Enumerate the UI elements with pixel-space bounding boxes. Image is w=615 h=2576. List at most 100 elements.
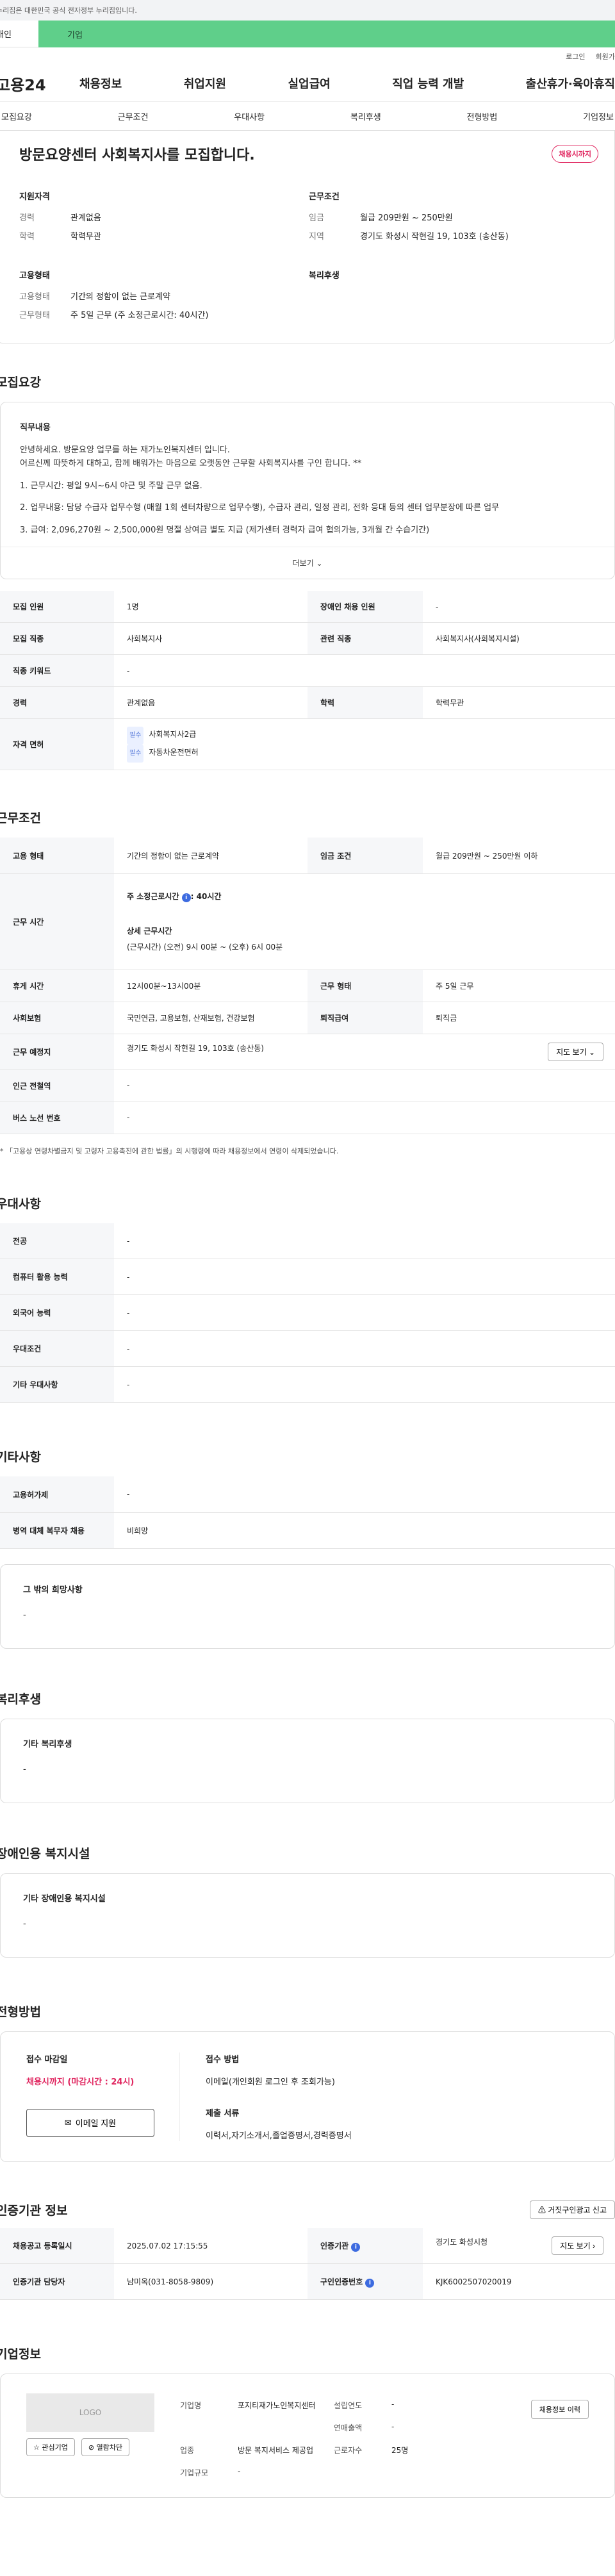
summary-key: 경력 (19, 213, 35, 223)
gnb-item-leave[interactable]: 출산휴가·육아휴직 (526, 75, 615, 92)
table-key: 인근 전철역 (0, 1069, 114, 1102)
gov-banner-text: 누리집은 대한민국 공식 전자정부 누리집입니다. (0, 6, 137, 15)
summary-key: 근무형태 (19, 311, 50, 320)
table-key: 임금 조건 (308, 838, 423, 874)
map-button[interactable]: 지도 보기 ⌄ (548, 1042, 603, 1061)
detail-hours-value: (근무시간) (오전) 9시 00분 ~ (오후) 6시 00분 (127, 943, 283, 952)
company-value: 포지티재가노인복지센터 (238, 2401, 316, 2411)
pref-title: 우대사항 (0, 1196, 41, 1211)
cert-table: 채용공고 등록일시 2025.07.02 17:15:55 인증기관 i 경기도 화성… (0, 2227, 615, 2300)
report-ad-button[interactable]: ⚠ 거짓구인광고 신고 (529, 2200, 615, 2219)
tab-person[interactable]: 개인 (0, 21, 38, 47)
table-value: - (114, 654, 615, 688)
docs-heading: 제출 서류 (206, 2108, 240, 2118)
hours-detail: 주 소정근로시간 i: 40시간 상세 근무시간 (근무시간) (오전) 9시 … (114, 873, 615, 970)
summary-value: 월급 209만원 ~ 250만원 (360, 213, 453, 223)
table-key: 학력 (308, 686, 423, 720)
company-key: 기업명 (180, 2401, 202, 2411)
block-view-button[interactable]: ⊘ 열람차단 (81, 2438, 130, 2457)
subnav-pref[interactable]: 우대사항 (233, 110, 266, 122)
tab-biz-label: 기업 (67, 30, 83, 40)
table-key: 고용 형태 (0, 838, 114, 874)
login-link[interactable]: 로그인 (566, 51, 585, 62)
job-history-button[interactable]: 채용정보 이력 (530, 2400, 589, 2420)
email-apply-button[interactable]: ✉ 이메일 지원 (26, 2108, 154, 2137)
summary-emp-heading: 고용형태 (19, 271, 50, 281)
duty-text: 안녕하세요. 방문요양 업무를 하는 재가노인복지센터 입니다. 어르신께 따뜻하… (20, 444, 595, 471)
summary-row: 고용형태 기간의 정함이 없는 근로계약 (19, 290, 309, 302)
table-value: - (114, 1476, 615, 1513)
gov-banner: 누리집은 대한민국 공식 전자정부 누리집입니다. (0, 0, 615, 21)
site-logo[interactable]: 고용24 (0, 72, 79, 95)
company-key: 근로자수 (334, 2446, 363, 2456)
gnb-item-benefit[interactable]: 실업급여 (288, 75, 331, 92)
table-row: 우대조건 - (0, 1330, 615, 1367)
place-cell: 경기도 화성시 작현길 19, 103호 (송산동) 지도 보기 ⌄ (114, 1034, 615, 1070)
cert-map-button[interactable]: 지도 보기 › (552, 2236, 603, 2256)
table-key: 기타 우대사항 (0, 1366, 114, 1403)
table-value: - (114, 1294, 615, 1332)
table-row: 고용허가제 - (0, 1476, 615, 1513)
table-value: 12시00분~13시00분 (114, 970, 308, 1002)
subnav-welfare[interactable]: 복리후생 (349, 110, 382, 122)
etc-title: 기타사항 (0, 1450, 41, 1465)
cert-header: 인증기관 정보 ⚠ 거짓구인광고 신고 (0, 2200, 615, 2219)
summary-grid: 지원자격 경력 관계없음 학력 학력무관 근무조건 임금 월급 209만원 ~ 250… (19, 190, 598, 327)
company-key (180, 2422, 238, 2433)
tab-biz[interactable]: 기업 (38, 21, 615, 47)
table-value: 2025.07.02 17:15:55 (114, 2227, 308, 2265)
table-row: 직종 키워드 - (0, 654, 615, 688)
info-icon[interactable]: i (181, 893, 191, 903)
summary-cond: 근무조건 임금 월급 209만원 ~ 250만원 지역 경기도 화성시 작현길 19… (309, 190, 598, 248)
favorite-company-button[interactable]: ☆ 관심기업 (26, 2438, 75, 2457)
company-info-grid: 기업명 포지티재가노인복지센터 설립연도 - 연매출액 - 업종 방문 복지서비스 제공업… (180, 2400, 468, 2478)
summary-value: 주 5일 근무 (주 소정근로시간: 40시간) (70, 311, 209, 320)
welfare-title: 복리후생 (0, 1692, 41, 1706)
subnav-process[interactable]: 전형방법 (466, 110, 499, 122)
wish-card: 그 밖의 희망사항 - (0, 1564, 615, 1649)
summary-value: 기간의 정함이 없는 근로계약 (70, 292, 170, 302)
company-value (391, 2467, 468, 2478)
summary-row: 근무형태 주 5일 근무 (주 소정근로시간: 40시간) (19, 308, 309, 320)
alert-icon: ⚠ (537, 2205, 546, 2215)
table-key: 퇴직급여 (308, 1002, 423, 1034)
info-icon[interactable]: i (351, 2242, 361, 2252)
gnb-item-training[interactable]: 직업 능력 개발 (392, 75, 464, 92)
table-value: 1명 (114, 590, 308, 623)
email-apply-label: 이메일 지원 (75, 2118, 117, 2129)
more-button[interactable]: 더보기 ⌄ (1, 546, 614, 579)
summary-row: 학력 학력무관 (19, 229, 309, 242)
recruit-table: 모집 인원 1명 장애인 채용 인원 - 모집 직종 사회복지사 관련 직종 사회복지사(사… (0, 590, 615, 771)
work-table: 고용 형태 기간의 정함이 없는 근로계약 임금 조건 월급 209만원 ~ 250만… (0, 838, 615, 1134)
duty-line: 3. 급여: 2,096,270원 ~ 2,500,000원 명절 상여금 별도… (20, 525, 430, 536)
company-logo-block: LOGO ☆ 관심기업 ⊘ 열람차단 (26, 2393, 154, 2478)
weekly-hours: 주 소정근로시간 i: 40시간 (127, 891, 615, 903)
table-value: - (114, 1259, 615, 1296)
table-key: 장애인 채용 인원 (308, 590, 423, 623)
table-key: 휴게 시간 (0, 970, 114, 1002)
summary-row: 임금 월급 209만원 ~ 250만원 (309, 211, 598, 223)
info-icon[interactable]: i (365, 2278, 375, 2288)
deadline-value: 채용시까지 (마감시간 : 24시) (26, 2077, 135, 2087)
table-key: 모집 인원 (0, 590, 114, 623)
subnav-company[interactable]: 기업정보 (582, 110, 615, 122)
table-row: 채용공고 등록일시 2025.07.02 17:15:55 인증기관 i 경기도 화성… (0, 2227, 615, 2265)
table-row: 기타 우대사항 - (0, 1366, 615, 1403)
company-value: - (238, 2467, 241, 2477)
table-row: 경력 관계없음 학력 학력무관 (0, 686, 615, 720)
subnav-work[interactable]: 근무조건 (117, 110, 150, 122)
etc-table: 고용허가제 - 병역 대체 복무자 채용 비희망 (0, 1476, 615, 1549)
duty-card: 직무내용 안녕하세요. 방문요양 업무를 하는 재가노인복지센터 입니다. 어르신… (0, 402, 615, 579)
table-value: - (114, 1102, 615, 1134)
summary-qual: 지원자격 경력 관계없음 학력 학력무관 (19, 190, 309, 248)
more-label: 더보기 (292, 558, 314, 568)
page-bottom-space (0, 2498, 615, 2523)
join-link[interactable]: 회원가입 (596, 51, 615, 62)
method-block: 접수 방법 이메일(개인회원 로그인 후 조회가능) 제출 서류 이력서,자기소… (180, 2052, 352, 2141)
gnb-item-jobs[interactable]: 채용정보 (79, 75, 122, 92)
table-row: 전공 - (0, 1223, 615, 1260)
gnb-item-support[interactable]: 취업지원 (184, 75, 226, 92)
subnav-recruit[interactable]: 모집요강 (0, 110, 33, 122)
company-value: 방문 복지서비스 제공업 (238, 2446, 314, 2456)
disabled-title: 장애인용 복지시설 (0, 1846, 90, 1861)
